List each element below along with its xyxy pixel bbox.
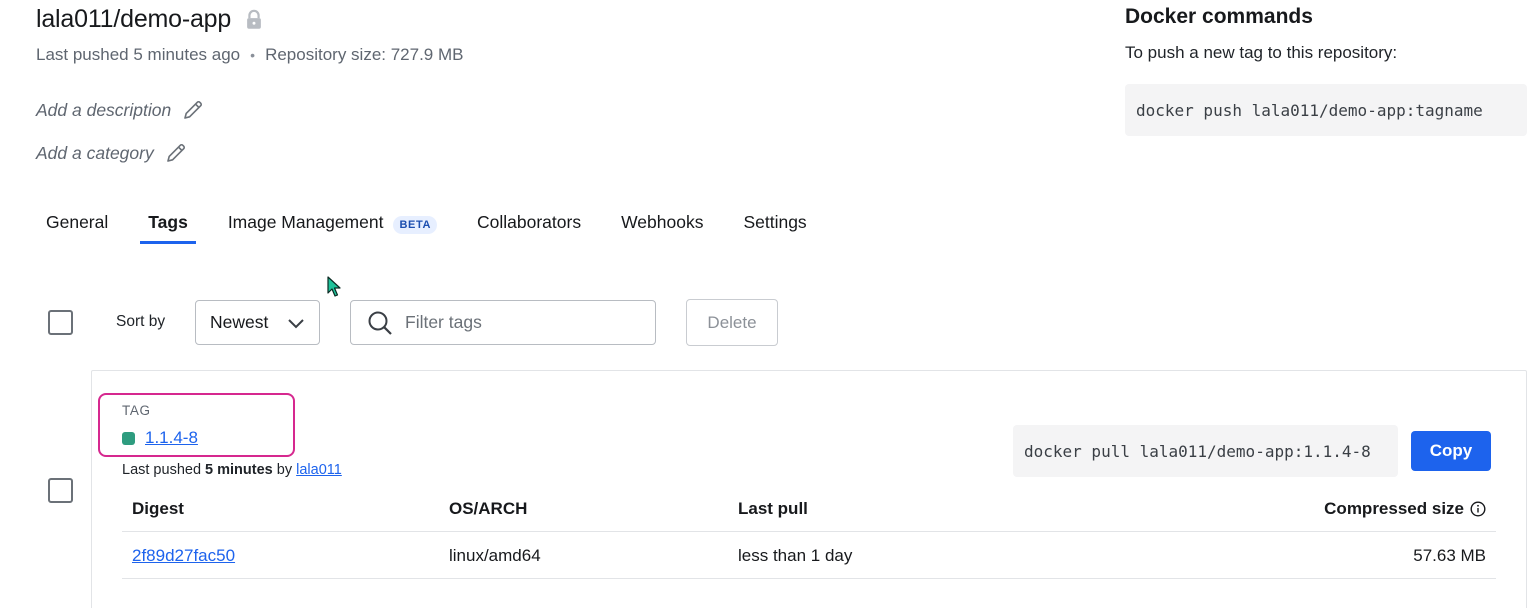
- table-row: 2f89d27fac50 linux/amd64 less than 1 day…: [122, 533, 1496, 579]
- digest-table-header: Digest OS/ARCH Last pull Compressed size: [122, 487, 1496, 532]
- sort-value: Newest: [210, 312, 269, 332]
- beta-badge: BETA: [393, 216, 437, 234]
- filter-tags-field[interactable]: [350, 300, 656, 345]
- pushed-time: 5 minutes: [205, 462, 273, 478]
- add-description-label: Add a description: [36, 99, 172, 120]
- pushed-user-link[interactable]: lala011: [296, 462, 342, 478]
- tab-image-management[interactable]: Image Management BETA: [212, 206, 453, 246]
- compressed-size-cell: 57.63 MB: [1413, 545, 1486, 565]
- repo-name: lala011/demo-app: [36, 5, 232, 33]
- tab-collaborators[interactable]: Collaborators: [461, 206, 597, 246]
- docker-commands-title: Docker commands: [1125, 5, 1313, 28]
- repo-tabs: General Tags Image Management BETA Collab…: [30, 206, 831, 246]
- tag-pushed-info: Last pushed 5 minutes by lala011: [122, 462, 342, 478]
- os-arch-cell: linux/amd64: [449, 545, 541, 565]
- add-category-button[interactable]: Add a category: [36, 141, 188, 165]
- tab-label: Webhooks: [621, 212, 704, 232]
- tab-label: Image Management: [227, 212, 384, 232]
- add-description-button[interactable]: Add a description: [36, 98, 205, 122]
- select-all-checkbox[interactable]: [48, 310, 73, 335]
- search-icon: [368, 311, 392, 335]
- docker-commands-panel: Docker commands To push a new tag to thi…: [1125, 5, 1535, 63]
- sort-label: Sort by: [116, 313, 166, 330]
- repo-meta: Last pushed 5 minutes ago • Repository s…: [36, 45, 463, 65]
- info-icon[interactable]: [1470, 501, 1486, 517]
- pencil-icon: [184, 101, 203, 119]
- digest-cell: 2f89d27fac50: [132, 533, 235, 578]
- last-pushed-text: Last pushed 5 minutes ago: [36, 45, 241, 64]
- repo-size-text: Repository size: 727.9 MB: [265, 45, 464, 64]
- tab-general[interactable]: General: [30, 206, 124, 246]
- mouse-cursor-icon: [327, 276, 341, 297]
- sort-select[interactable]: Newest: [195, 300, 320, 345]
- copy-button[interactable]: Copy: [1411, 431, 1491, 471]
- tag-section-label: TAG: [122, 403, 151, 418]
- tag-status-icon: [122, 431, 135, 445]
- last-pull-cell: less than 1 day: [738, 545, 853, 565]
- column-last-pull: Last pull: [738, 499, 808, 518]
- tag-name-row: 1.1.4-8: [122, 428, 198, 448]
- add-category-label: Add a category: [36, 142, 154, 163]
- delete-button[interactable]: Delete: [686, 299, 778, 346]
- tag-row-checkbox[interactable]: [48, 478, 73, 503]
- tab-label: Collaborators: [477, 212, 582, 232]
- docker-commands-subtitle: To push a new tag to this repository:: [1125, 43, 1398, 62]
- filter-tags-input[interactable]: [405, 312, 635, 333]
- tab-tags[interactable]: Tags: [132, 206, 204, 246]
- tab-settings[interactable]: Settings: [727, 206, 822, 246]
- pushed-by: by: [276, 462, 293, 478]
- tab-label: Tags: [148, 212, 188, 232]
- column-os-arch: OS/ARCH: [449, 499, 528, 518]
- repo-title: lala011/demo-app: [36, 5, 265, 34]
- pencil-icon: [166, 144, 185, 162]
- digest-link[interactable]: 2f89d27fac50: [132, 546, 235, 566]
- push-command[interactable]: docker push lala011/demo-app:tagname: [1125, 84, 1527, 136]
- lock-icon: [247, 9, 261, 29]
- pull-command[interactable]: docker pull lala011/demo-app:1.1.4-8: [1013, 425, 1398, 477]
- pushed-prefix: Last pushed: [122, 462, 202, 478]
- column-digest: Digest: [132, 499, 184, 518]
- tab-webhooks[interactable]: Webhooks: [605, 206, 719, 246]
- meta-separator: •: [250, 47, 256, 63]
- column-compressed-size: Compressed size: [1324, 487, 1486, 531]
- compressed-size-label: Compressed size: [1324, 499, 1464, 518]
- tab-label: General: [46, 212, 109, 232]
- tab-label: Settings: [743, 212, 807, 232]
- tag-name-link[interactable]: 1.1.4-8: [145, 428, 198, 448]
- chevron-down-icon: [288, 318, 304, 328]
